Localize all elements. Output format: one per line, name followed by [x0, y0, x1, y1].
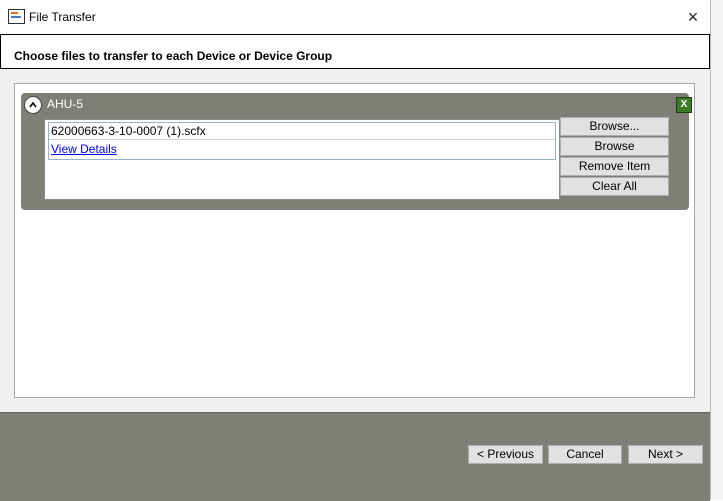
window-close-button[interactable]: × — [680, 6, 706, 28]
instruction-header: Choose files to transfer to each Device … — [0, 34, 710, 69]
browse-sd-device-button[interactable]: Browse SD/Device... — [560, 137, 669, 170]
wizard-footer: < Previous Cancel Next > — [0, 412, 710, 501]
device-group-name: AHU-5 — [47, 97, 84, 111]
list-item[interactable]: 62000663-3-10-0007 (1).scfx View Details — [48, 122, 556, 160]
browse-button[interactable]: Browse... — [560, 117, 669, 136]
device-list-area: AHU-5 X 62000663-3-10-0007 (1).scfx View… — [14, 83, 695, 398]
title-bar: File Transfer × — [0, 0, 710, 35]
file-list: 62000663-3-10-0007 (1).scfx View Details — [44, 119, 560, 200]
previous-button[interactable]: < Previous — [468, 445, 543, 464]
instruction-text: Choose files to transfer to each Device … — [14, 49, 333, 63]
view-details-link[interactable]: View Details — [51, 142, 117, 156]
chevron-up-icon — [29, 101, 37, 108]
device-group-panel: AHU-5 X 62000663-3-10-0007 (1).scfx View… — [21, 93, 692, 210]
background-app-edge — [710, 0, 723, 500]
file-name: 62000663-3-10-0007 (1).scfx — [51, 124, 206, 138]
divider — [49, 139, 555, 140]
remove-group-button[interactable]: X — [676, 97, 692, 113]
clear-all-button[interactable]: Clear All — [560, 177, 669, 196]
collapse-button[interactable] — [24, 96, 42, 114]
remove-item-button[interactable]: Remove Item — [560, 157, 669, 176]
app-icon — [8, 9, 25, 24]
window-title: File Transfer — [29, 10, 96, 24]
next-button[interactable]: Next > — [628, 445, 703, 464]
file-transfer-dialog: File Transfer × Choose files to transfer… — [0, 0, 711, 501]
cancel-button[interactable]: Cancel — [548, 445, 622, 464]
